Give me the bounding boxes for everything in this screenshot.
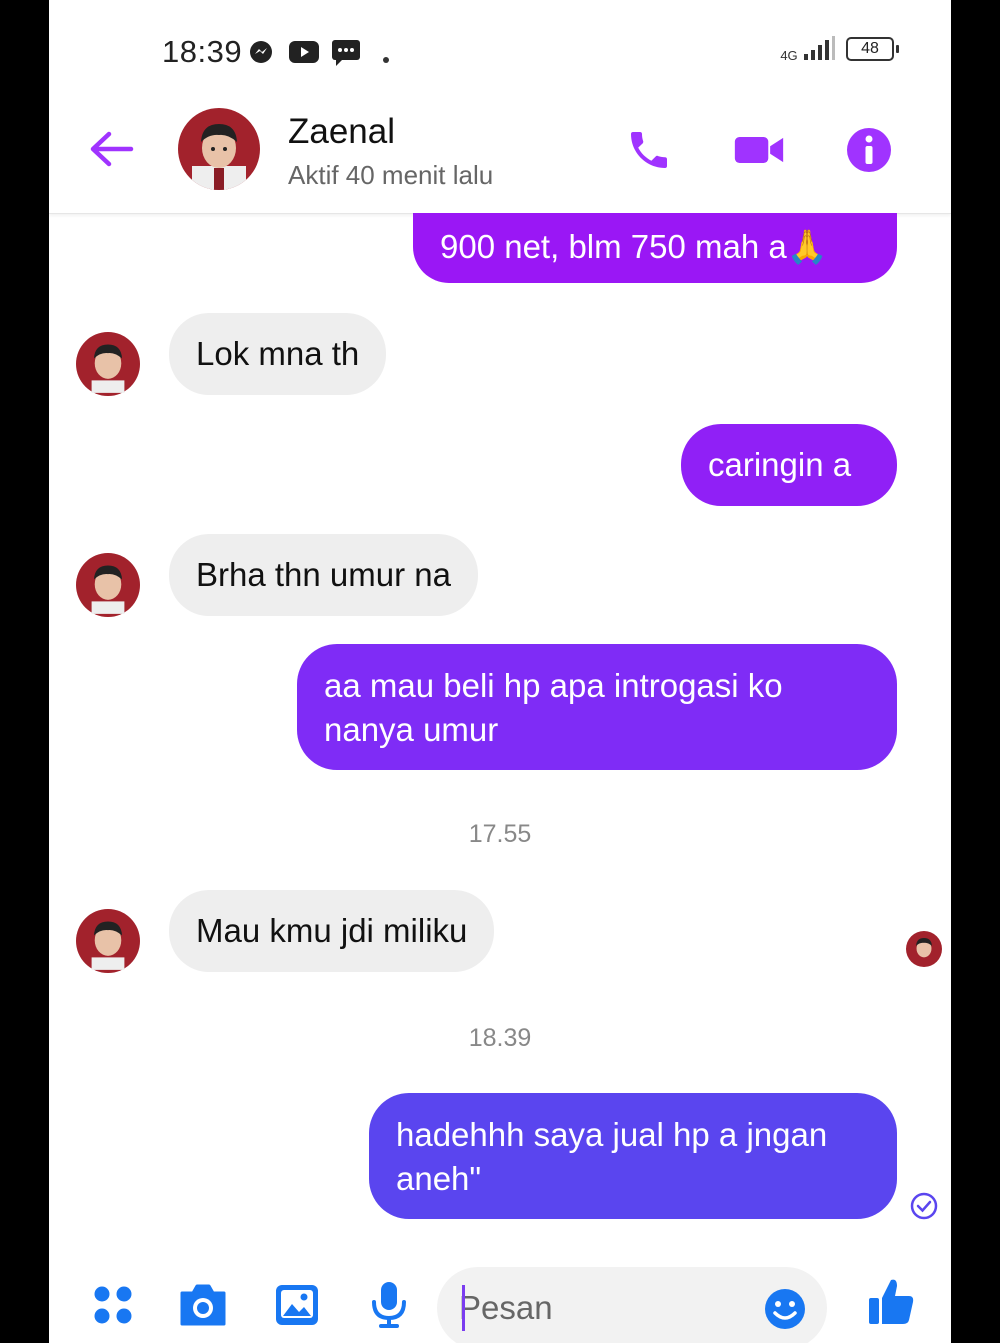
message-bubble-outgoing[interactable]: 900 net, blm 750 mah a🙏 xyxy=(413,213,897,283)
gallery-button[interactable] xyxy=(271,1279,323,1331)
more-actions-button[interactable] xyxy=(87,1279,139,1331)
battery-level: 48 xyxy=(861,40,879,57)
message-bubble-incoming[interactable]: Mau kmu jdi miliku xyxy=(169,890,495,972)
contact-name[interactable]: Zaenal xyxy=(288,112,395,152)
messenger-icon xyxy=(249,40,273,69)
battery-icon: 48 xyxy=(846,37,899,61)
emoji-icon xyxy=(765,1289,805,1329)
voice-call-button[interactable] xyxy=(623,124,675,176)
sender-avatar[interactable] xyxy=(76,909,140,973)
image-icon xyxy=(276,1285,318,1325)
youtube-icon xyxy=(289,40,319,69)
status-right-cluster: 4G 48 xyxy=(778,36,899,62)
composer-bar xyxy=(49,1265,951,1343)
camera-button[interactable] xyxy=(177,1279,229,1331)
message-bubble-incoming[interactable]: Brha thn umur na xyxy=(169,534,478,616)
status-time: 18:39 xyxy=(162,34,243,69)
thumbs-up-icon xyxy=(869,1279,914,1324)
timestamp-divider: 17.55 xyxy=(468,820,532,848)
sender-avatar[interactable] xyxy=(76,332,140,396)
message-text: 900 net, blm 750 mah a🙏 xyxy=(440,228,828,265)
dot-icon xyxy=(383,50,389,68)
messenger-screen: 18:39 4G 48 Zaenal Aktif 40 menit lalu 9… xyxy=(49,0,951,1343)
message-bubble-outgoing[interactable]: hadehhh saya jual hp a jngan aneh" xyxy=(369,1093,897,1219)
seen-avatar xyxy=(906,931,942,967)
message-icon xyxy=(332,40,360,71)
emoji-button[interactable] xyxy=(763,1287,807,1336)
message-text: aa mau beli hp apa introgasi ko nanya um… xyxy=(324,667,783,748)
info-icon xyxy=(847,128,891,172)
text-cursor xyxy=(462,1285,465,1331)
phone-icon xyxy=(631,132,667,168)
camera-icon xyxy=(180,1284,226,1326)
back-button[interactable] xyxy=(87,128,137,170)
message-composer[interactable] xyxy=(437,1267,827,1343)
video-call-icon xyxy=(734,137,784,163)
message-text: Mau kmu jdi miliku xyxy=(196,912,468,949)
message-input[interactable] xyxy=(459,1285,749,1331)
conversation-header: Zaenal Aktif 40 menit lalu xyxy=(49,100,951,214)
like-button[interactable] xyxy=(865,1275,917,1327)
sender-avatar[interactable] xyxy=(76,553,140,617)
signal-icon: 4G xyxy=(778,36,836,62)
message-text: hadehhh saya jual hp a jngan aneh" xyxy=(396,1116,828,1197)
microphone-icon xyxy=(372,1282,406,1328)
menu-dots-icon xyxy=(94,1286,132,1324)
voice-message-button[interactable] xyxy=(363,1279,415,1331)
message-bubble-outgoing[interactable]: aa mau beli hp apa introgasi ko nanya um… xyxy=(297,644,897,770)
network-label: 4G xyxy=(780,48,798,63)
video-call-button[interactable] xyxy=(733,124,785,176)
message-bubble-outgoing[interactable]: caringin a xyxy=(681,424,897,506)
status-bar: 18:39 4G 48 xyxy=(49,0,951,100)
info-button[interactable] xyxy=(843,124,895,176)
arrow-left-icon xyxy=(90,131,134,167)
message-text: caringin a xyxy=(708,446,852,483)
contact-active-status: Aktif 40 menit lalu xyxy=(288,160,494,190)
message-text: Lok mna th xyxy=(196,335,360,372)
message-bubble-incoming[interactable]: Lok mna th xyxy=(169,313,387,395)
delivered-check-icon xyxy=(910,1192,938,1225)
message-text: Brha thn umur na xyxy=(196,556,451,593)
timestamp-divider: 18.39 xyxy=(468,1024,532,1052)
avatar[interactable] xyxy=(178,108,260,190)
